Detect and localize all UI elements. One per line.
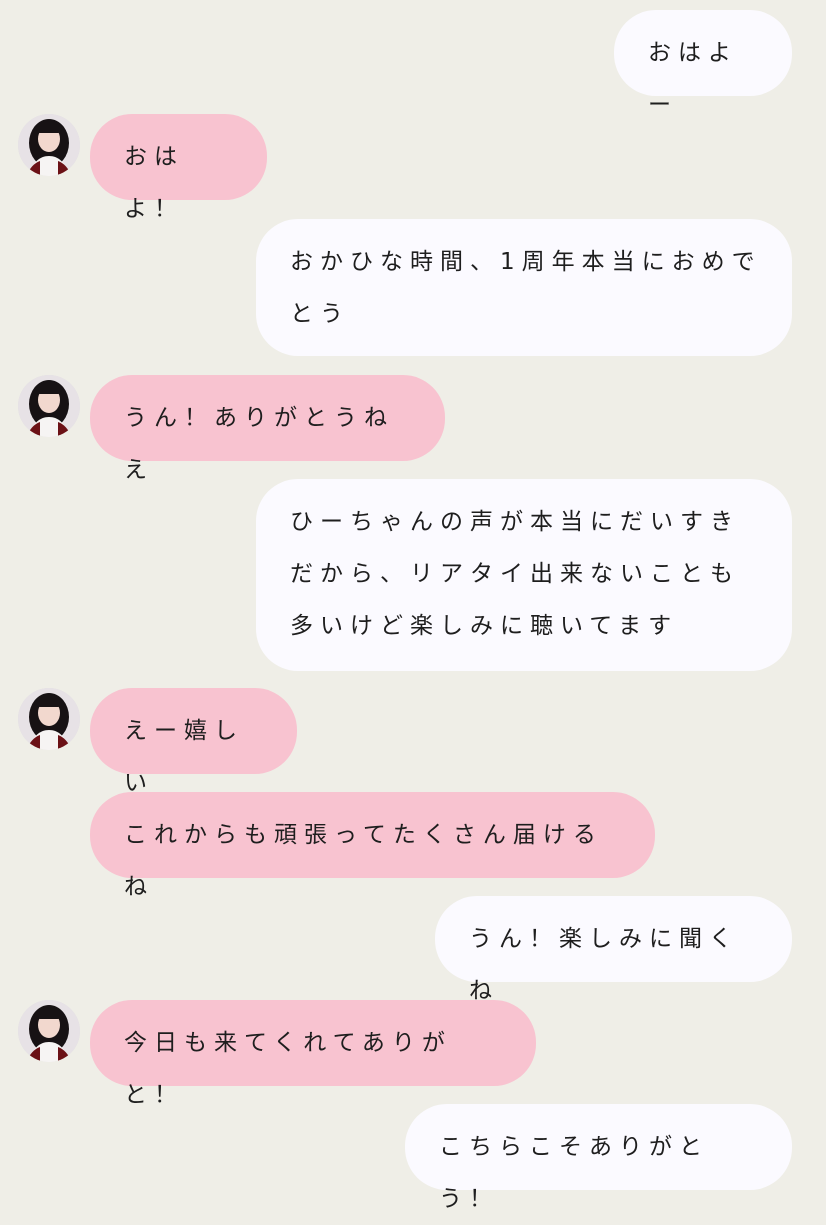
contact-avatar[interactable] — [18, 1000, 80, 1062]
avatar-image — [18, 688, 80, 750]
contact-avatar[interactable] — [18, 688, 80, 750]
received-message-bubble[interactable]: えー嬉しい — [90, 688, 297, 796]
sent-message-bubble[interactable]: おはよー — [614, 10, 792, 118]
sent-message-bubble[interactable]: こちらこそありがとう！ — [405, 1104, 792, 1212]
received-message-bubble[interactable]: うん！ありがとうねえ — [90, 375, 445, 483]
received-message-bubble[interactable]: これからも頑張ってたくさん届けるね — [90, 792, 655, 900]
received-message-bubble[interactable]: 今日も来てくれてありがと！ — [90, 1000, 536, 1108]
contact-avatar[interactable] — [18, 375, 80, 437]
avatar-image — [18, 375, 80, 437]
sent-message-bubble[interactable]: うん！楽しみに聞くね — [435, 896, 792, 1004]
contact-avatar[interactable] — [18, 114, 80, 176]
chat-thread: おはよー おはよ！ おかひな時間、1周年本当におめでとう うん！ありがとうねえ … — [0, 0, 826, 1212]
received-message-bubble[interactable]: おはよ！ — [90, 114, 267, 222]
sent-message-bubble[interactable]: おかひな時間、1周年本当におめでとう — [256, 219, 792, 356]
avatar-image — [18, 1000, 80, 1062]
sent-message-bubble[interactable]: ひーちゃんの声が本当にだいすきだから、リアタイ出来ないことも多いけど楽しみに聴い… — [256, 479, 792, 671]
avatar-image — [18, 114, 80, 176]
